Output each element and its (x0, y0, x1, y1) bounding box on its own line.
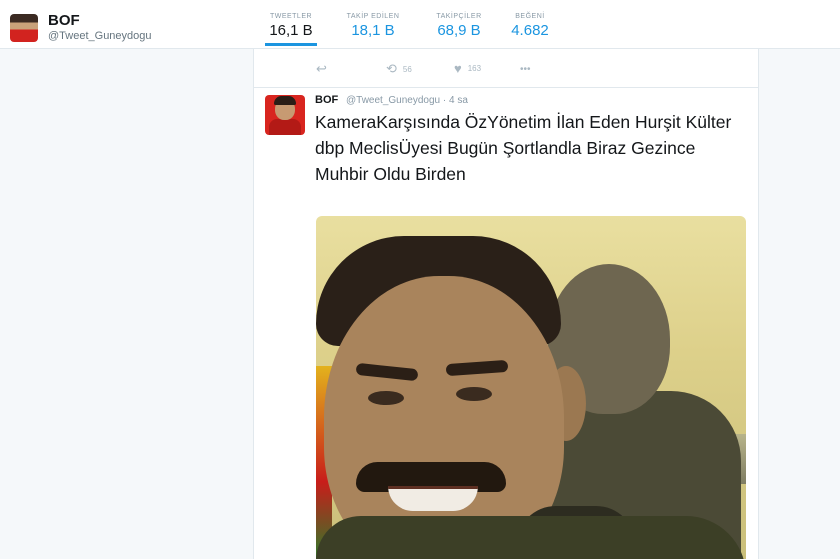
tweet-text: KameraKarşısında ÖzYönetim İlan Eden Hur… (315, 112, 732, 184)
retweet-icon: ⟲ (386, 61, 397, 76)
profile-handle[interactable]: @Tweet_Guneydogu (48, 30, 152, 42)
more-button[interactable]: ••• (520, 64, 531, 75)
profile-nav-bar: BOF @Tweet_Guneydogu TWEETLER 16,1 B TAK… (0, 0, 840, 49)
like-button[interactable]: ♥ 163 (454, 61, 481, 76)
retweet-count: 56 (402, 64, 412, 74)
tweet-author-name[interactable]: BOF (315, 94, 338, 106)
profile-avatar[interactable] (10, 14, 38, 42)
reply-icon: ↩ (316, 61, 327, 76)
stat-tweets-label: TWEETLER (269, 13, 313, 20)
stat-likes-value: 4.682 (511, 22, 549, 39)
heart-icon: ♥ (454, 61, 462, 76)
stat-following-label: TAKİP EDİLEN (346, 13, 400, 20)
stat-tweets[interactable]: TWEETLER 16,1 B (265, 13, 317, 46)
stat-tweets-value: 16,1 B (269, 22, 313, 39)
retweet-button[interactable]: ⟲ 56 (386, 61, 412, 77)
reply-button[interactable]: ↩ (316, 61, 327, 77)
stat-followers[interactable]: TAKİPÇİLER 68,9 B (428, 13, 490, 39)
left-sidebar (0, 49, 252, 559)
stat-followers-value: 68,9 B (437, 22, 481, 39)
stat-following[interactable]: TAKİP EDİLEN 18,1 B (340, 13, 406, 39)
tweet-photo[interactable] (316, 216, 746, 559)
stat-likes[interactable]: BEĞENİ 4.682 (510, 13, 550, 39)
stat-followers-label: TAKİPÇİLER (436, 13, 482, 20)
tweet-author-handle[interactable]: @Tweet_Guneydogu · 4 sa (346, 95, 468, 106)
profile-name[interactable]: BOF (48, 12, 80, 29)
more-icon: ••• (520, 64, 531, 75)
like-count: 163 (467, 64, 482, 73)
stat-likes-label: BEĞENİ (515, 13, 545, 20)
stat-following-value: 18,1 B (351, 22, 395, 39)
tweet-avatar[interactable] (265, 95, 305, 135)
timeline-card: ↩ ⟲ 56 ♥ 163 ••• BOF @Tweet_Guneydogu · … (253, 49, 759, 559)
previous-tweet-actions: ↩ ⟲ 56 ♥ 163 ••• (254, 49, 758, 88)
right-sidebar (758, 49, 840, 559)
